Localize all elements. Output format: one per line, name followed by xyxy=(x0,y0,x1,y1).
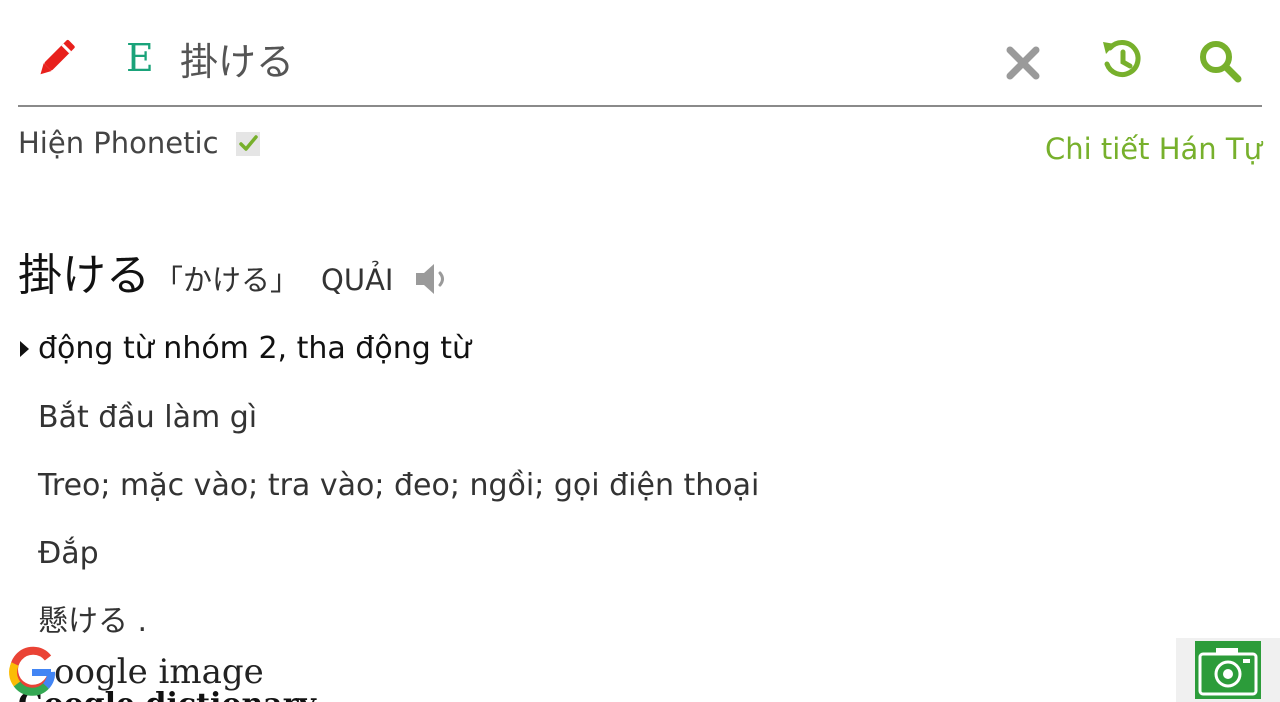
google-logo-icon xyxy=(9,646,55,696)
search-bar: E xyxy=(0,0,1280,108)
triangle-right-icon xyxy=(20,341,29,357)
phonetic-checkbox[interactable] xyxy=(236,132,260,156)
meaning-item: Đắp xyxy=(38,536,99,571)
google-image-label: oogle image xyxy=(54,652,264,692)
speaker-icon[interactable] xyxy=(412,260,452,298)
hanviet-reading: QUẢI xyxy=(321,263,394,297)
meanings-list: Bắt đầu làm gì Treo; mặc vào; tra vào; đ… xyxy=(38,398,759,670)
meaning-item: Treo; mặc vào; tra vào; đeo; ngồi; gọi đ… xyxy=(38,468,760,503)
entry-header: 掛ける 「かける」 QUẢI xyxy=(18,248,393,308)
pencil-icon[interactable] xyxy=(34,38,76,80)
search-input[interactable] xyxy=(180,32,960,84)
camera-button[interactable] xyxy=(1176,638,1280,702)
checkmark-icon xyxy=(239,135,258,151)
close-icon[interactable] xyxy=(1004,44,1042,82)
headword: 掛ける xyxy=(18,250,150,301)
reading: 「かける」 xyxy=(154,263,300,297)
kanji-detail-link[interactable]: Chi tiết Hán Tự xyxy=(1045,130,1262,168)
history-icon[interactable] xyxy=(1100,38,1144,82)
part-of-speech: động từ nhóm 2, tha động từ xyxy=(38,331,472,366)
meaning-item: Bắt đầu làm gì xyxy=(38,400,258,435)
dictionary-screen: E Hiện Phonetic Chi tiết Hán Tự 掛ける「かける」… xyxy=(0,0,1280,702)
search-icon[interactable] xyxy=(1198,39,1242,83)
phonetic-label: Hiện Phonetic xyxy=(18,126,219,160)
language-badge[interactable]: E xyxy=(126,36,154,80)
search-divider xyxy=(18,105,1262,107)
camera-icon xyxy=(1195,641,1261,699)
